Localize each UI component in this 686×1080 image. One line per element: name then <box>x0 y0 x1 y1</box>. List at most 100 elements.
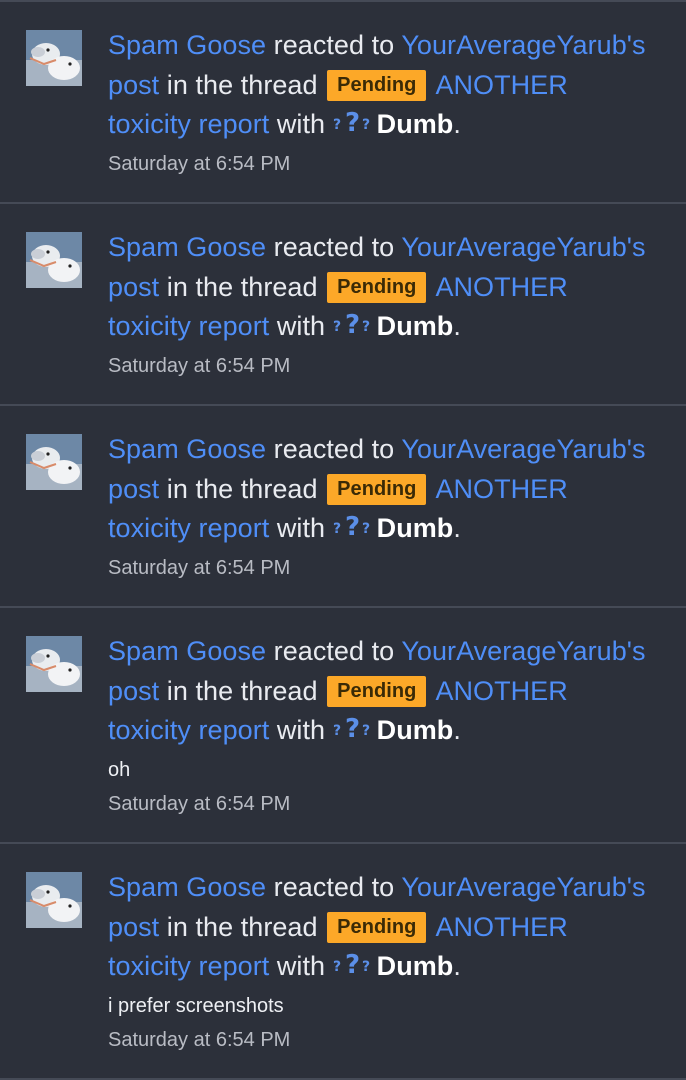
goose-avatar-icon <box>26 872 82 928</box>
verb-text: reacted to <box>273 434 395 464</box>
thread-link-cont[interactable]: toxicity report <box>108 109 269 139</box>
alerts-list: Spam Goose reacted to YourAverageYarub's… <box>0 0 686 1080</box>
prefix-badge: Pending <box>327 69 427 101</box>
prefix-badge: Pending <box>327 473 427 505</box>
alert-body: Spam Goose reacted to YourAverageYarub's… <box>108 26 668 179</box>
author-link[interactable]: YourAverageYarub's <box>401 872 645 902</box>
alert-message: i prefer screenshots <box>108 994 284 1017</box>
thread-link-cont[interactable]: toxicity report <box>108 513 269 543</box>
avatar[interactable] <box>26 434 82 490</box>
prefix-badge: Pending <box>327 271 427 303</box>
post-link[interactable]: post <box>108 912 159 942</box>
alert-body: Spam Goose reacted to YourAverageYarub's… <box>108 430 668 583</box>
author-link[interactable]: YourAverageYarub's <box>401 30 645 60</box>
question-marks-icon: ? ? ? <box>333 714 370 743</box>
actor-link[interactable]: Spam Goose <box>108 232 266 262</box>
svg-text:?: ? <box>362 959 370 975</box>
in-thread-text: in the thread <box>166 69 318 100</box>
goose-avatar-icon <box>26 30 82 86</box>
prefix-badge: Pending <box>327 675 427 707</box>
avatar[interactable] <box>26 30 82 86</box>
post-link[interactable]: post <box>108 676 159 706</box>
thread-link-cont[interactable]: toxicity report <box>108 715 269 745</box>
with-text: with <box>276 951 326 981</box>
in-thread-text: in the thread <box>166 675 318 706</box>
alert-body: Spam Goose reacted to YourAverageYarub's… <box>108 632 668 819</box>
alert-body: Spam Goose reacted to YourAverageYarub's… <box>108 228 668 381</box>
goose-avatar-icon <box>26 232 82 288</box>
reaction-name: Dumb <box>376 715 454 745</box>
svg-text:?: ? <box>333 723 341 739</box>
thread-link-cont[interactable]: toxicity report <box>108 951 269 981</box>
alert-message: oh <box>108 758 131 781</box>
period: . <box>453 715 461 745</box>
alert-time[interactable]: Saturday at 6:54 PM <box>108 553 668 583</box>
in-thread-text: in the thread <box>166 271 318 302</box>
period: . <box>453 311 461 341</box>
actor-link[interactable]: Spam Goose <box>108 30 266 60</box>
svg-text:?: ? <box>333 117 341 133</box>
thread-link[interactable]: ANOTHER <box>435 70 567 100</box>
with-text: with <box>276 513 326 543</box>
verb-text: reacted to <box>273 636 395 666</box>
reaction-name: Dumb <box>376 951 454 981</box>
author-link[interactable]: YourAverageYarub's <box>401 434 645 464</box>
actor-link[interactable]: Spam Goose <box>108 872 266 902</box>
question-marks-icon: ? ? ? <box>333 108 370 137</box>
alert-body: Spam Goose reacted to YourAverageYarub's… <box>108 868 668 1055</box>
alert-time[interactable]: Saturday at 6:54 PM <box>108 789 668 819</box>
alert-time[interactable]: Saturday at 6:54 PM <box>108 1025 668 1055</box>
question-marks-icon: ? ? ? <box>333 310 370 339</box>
alert-item: Spam Goose reacted to YourAverageYarub's… <box>0 844 686 1080</box>
alert-time[interactable]: Saturday at 6:54 PM <box>108 149 668 179</box>
avatar[interactable] <box>26 636 82 692</box>
avatar[interactable] <box>26 872 82 928</box>
svg-text:?: ? <box>345 714 360 743</box>
actor-link[interactable]: Spam Goose <box>108 434 266 464</box>
alert-item: Spam Goose reacted to YourAverageYarub's… <box>0 608 686 844</box>
reaction-name: Dumb <box>376 311 454 341</box>
question-marks-icon: ? ? ? <box>333 950 370 979</box>
in-thread-text: in the thread <box>166 473 318 504</box>
thread-link[interactable]: ANOTHER <box>435 676 567 706</box>
with-text: with <box>276 109 326 139</box>
thread-link-cont[interactable]: toxicity report <box>108 311 269 341</box>
with-text: with <box>276 311 326 341</box>
alert-time[interactable]: Saturday at 6:54 PM <box>108 351 668 381</box>
alert-item: Spam Goose reacted to YourAverageYarub's… <box>0 204 686 406</box>
period: . <box>453 513 461 543</box>
svg-text:?: ? <box>362 117 370 133</box>
post-link[interactable]: post <box>108 70 159 100</box>
goose-avatar-icon <box>26 434 82 490</box>
author-link[interactable]: YourAverageYarub's <box>401 232 645 262</box>
reaction-name: Dumb <box>376 513 454 543</box>
svg-text:?: ? <box>333 521 341 537</box>
alert-item: Spam Goose reacted to YourAverageYarub's… <box>0 2 686 204</box>
post-link[interactable]: post <box>108 272 159 302</box>
author-link[interactable]: YourAverageYarub's <box>401 636 645 666</box>
period: . <box>453 951 461 981</box>
verb-text: reacted to <box>273 232 395 262</box>
verb-text: reacted to <box>273 872 395 902</box>
svg-text:?: ? <box>362 319 370 335</box>
svg-text:?: ? <box>345 108 360 137</box>
svg-text:?: ? <box>345 310 360 339</box>
thread-link[interactable]: ANOTHER <box>435 474 567 504</box>
svg-text:?: ? <box>362 723 370 739</box>
goose-avatar-icon <box>26 636 82 692</box>
with-text: with <box>276 715 326 745</box>
reaction-name: Dumb <box>376 109 454 139</box>
thread-link[interactable]: ANOTHER <box>435 272 567 302</box>
question-marks-icon: ? ? ? <box>333 512 370 541</box>
verb-text: reacted to <box>273 30 395 60</box>
avatar[interactable] <box>26 232 82 288</box>
thread-link[interactable]: ANOTHER <box>435 912 567 942</box>
prefix-badge: Pending <box>327 911 427 943</box>
svg-text:?: ? <box>333 959 341 975</box>
alert-item: Spam Goose reacted to YourAverageYarub's… <box>0 406 686 608</box>
period: . <box>453 109 461 139</box>
post-link[interactable]: post <box>108 474 159 504</box>
svg-text:?: ? <box>362 521 370 537</box>
svg-text:?: ? <box>345 512 360 541</box>
actor-link[interactable]: Spam Goose <box>108 636 266 666</box>
